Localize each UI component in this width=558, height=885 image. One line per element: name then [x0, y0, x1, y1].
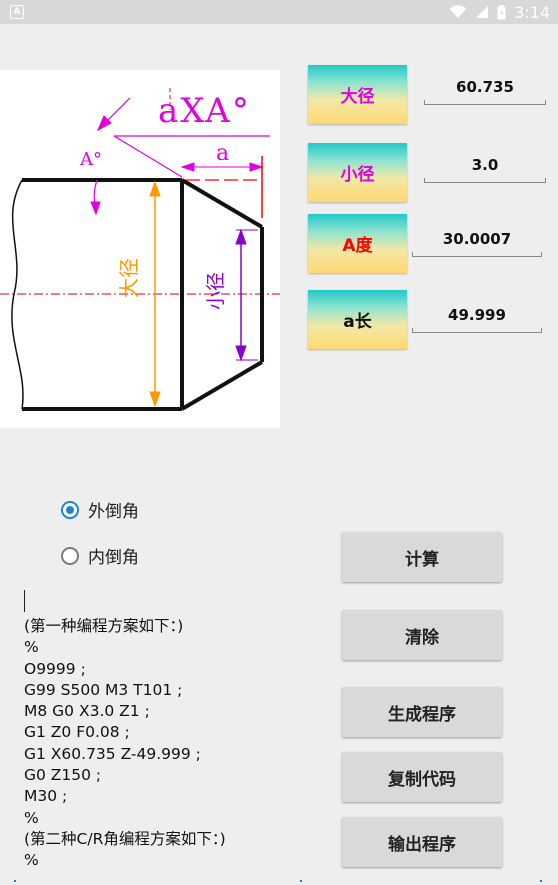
code-line: G99 S500 M3 T101 ; — [24, 680, 183, 699]
status-bar: A 3:14 — [0, 0, 558, 24]
length-label: a — [216, 141, 229, 166]
code-line: M30 ; — [24, 787, 68, 806]
inner-chamfer-label: 内倒角 — [88, 548, 139, 568]
generate-program-button[interactable]: 生成程序 — [342, 687, 502, 737]
major-diameter-label: 大径 — [117, 258, 141, 298]
output-program-button[interactable]: 输出程序 — [342, 817, 502, 867]
chamfer-diagram: 大径 小径 aXA° A° a — [0, 70, 280, 428]
battery-icon — [497, 4, 506, 19]
radio-checked-icon[interactable] — [61, 500, 79, 519]
code-line: M8 G0 X3.0 Z1 ; — [24, 702, 150, 721]
copy-code-button[interactable]: 复制代码 — [342, 752, 502, 802]
code-line: % — [24, 851, 39, 870]
radio-unchecked-icon[interactable] — [61, 546, 79, 565]
code-line: G1 X60.735 Z-49.999 ; — [24, 744, 201, 763]
length-button[interactable]: a长 — [308, 290, 407, 349]
major-diameter-field[interactable]: 60.735 — [424, 74, 546, 105]
text-cursor — [24, 590, 25, 612]
status-icons: 3:14 — [449, 2, 550, 22]
clear-button[interactable]: 清除 — [342, 610, 502, 660]
inner-chamfer-option[interactable]: 内倒角 — [61, 543, 139, 568]
code-line: % — [24, 638, 39, 657]
outer-chamfer-label: 外倒角 — [88, 502, 139, 522]
minor-diameter-field[interactable]: 3.0 — [424, 152, 546, 183]
code-line: O9999 ; — [24, 659, 86, 678]
minor-diameter-button[interactable]: 小径 — [308, 143, 407, 202]
wifi-icon — [449, 5, 467, 18]
angle-field[interactable]: 30.0007 — [412, 226, 542, 257]
chamfer-spec-label: aXA° — [158, 91, 251, 131]
program-output-text[interactable]: (第一种编程方案如下：) % O9999 ; G99 S500 M3 T101 … — [24, 590, 324, 872]
app-notification-icon: A — [10, 5, 24, 19]
clock: 3:14 — [514, 2, 550, 22]
signal-icon — [476, 6, 489, 18]
major-diameter-button[interactable]: 大径 — [308, 65, 407, 124]
length-field[interactable]: 49.999 — [412, 302, 542, 333]
minor-diameter-label: 小径 — [205, 272, 227, 310]
calculate-button[interactable]: 计算 — [342, 532, 502, 582]
code-line: % — [24, 808, 39, 827]
scroll-indicator — [14, 880, 542, 882]
code-line: (第一种编程方案如下：) — [24, 617, 184, 635]
outer-chamfer-option[interactable]: 外倒角 — [61, 497, 139, 522]
code-line: (第二种C/R角编程方案如下：) — [24, 829, 226, 848]
code-line: G1 Z0 F0.08 ; — [24, 723, 130, 742]
angle-button[interactable]: A度 — [308, 214, 407, 273]
minor-diameter-dimension — [235, 228, 258, 362]
code-line: G0 Z150 ; — [24, 766, 102, 785]
angle-label: A° — [79, 149, 102, 170]
